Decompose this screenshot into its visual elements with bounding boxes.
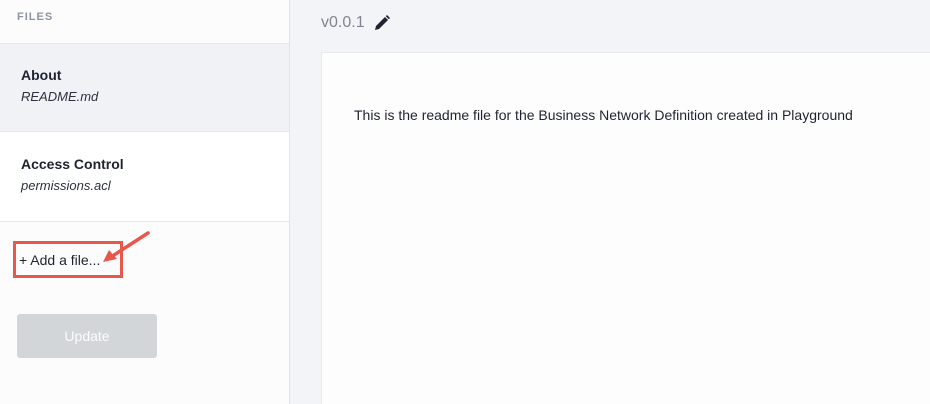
add-file-link[interactable]: + Add a file...	[19, 252, 100, 268]
update-button[interactable]: Update	[17, 314, 157, 358]
files-sidebar: FILES About README.md Access Control per…	[0, 0, 290, 404]
app-window: FILES About README.md Access Control per…	[0, 0, 930, 404]
main-content: v0.0.1 This is the readme file for the B…	[291, 0, 930, 404]
readme-panel: This is the readme file for the Business…	[321, 52, 930, 404]
annotation-arrow-icon	[103, 231, 150, 262]
pencil-icon[interactable]	[373, 14, 391, 32]
file-item-access-control[interactable]: Access Control permissions.acl	[0, 133, 289, 222]
file-name: permissions.acl	[21, 178, 111, 193]
file-item-about[interactable]: About README.md	[0, 43, 289, 132]
version-label: v0.0.1	[321, 14, 365, 31]
file-title: About	[21, 67, 62, 83]
version-bar: v0.0.1	[321, 14, 391, 32]
file-title: Access Control	[21, 156, 124, 172]
file-name: README.md	[21, 89, 99, 104]
readme-text: This is the readme file for the Business…	[354, 107, 853, 123]
files-header: FILES	[17, 11, 54, 23]
